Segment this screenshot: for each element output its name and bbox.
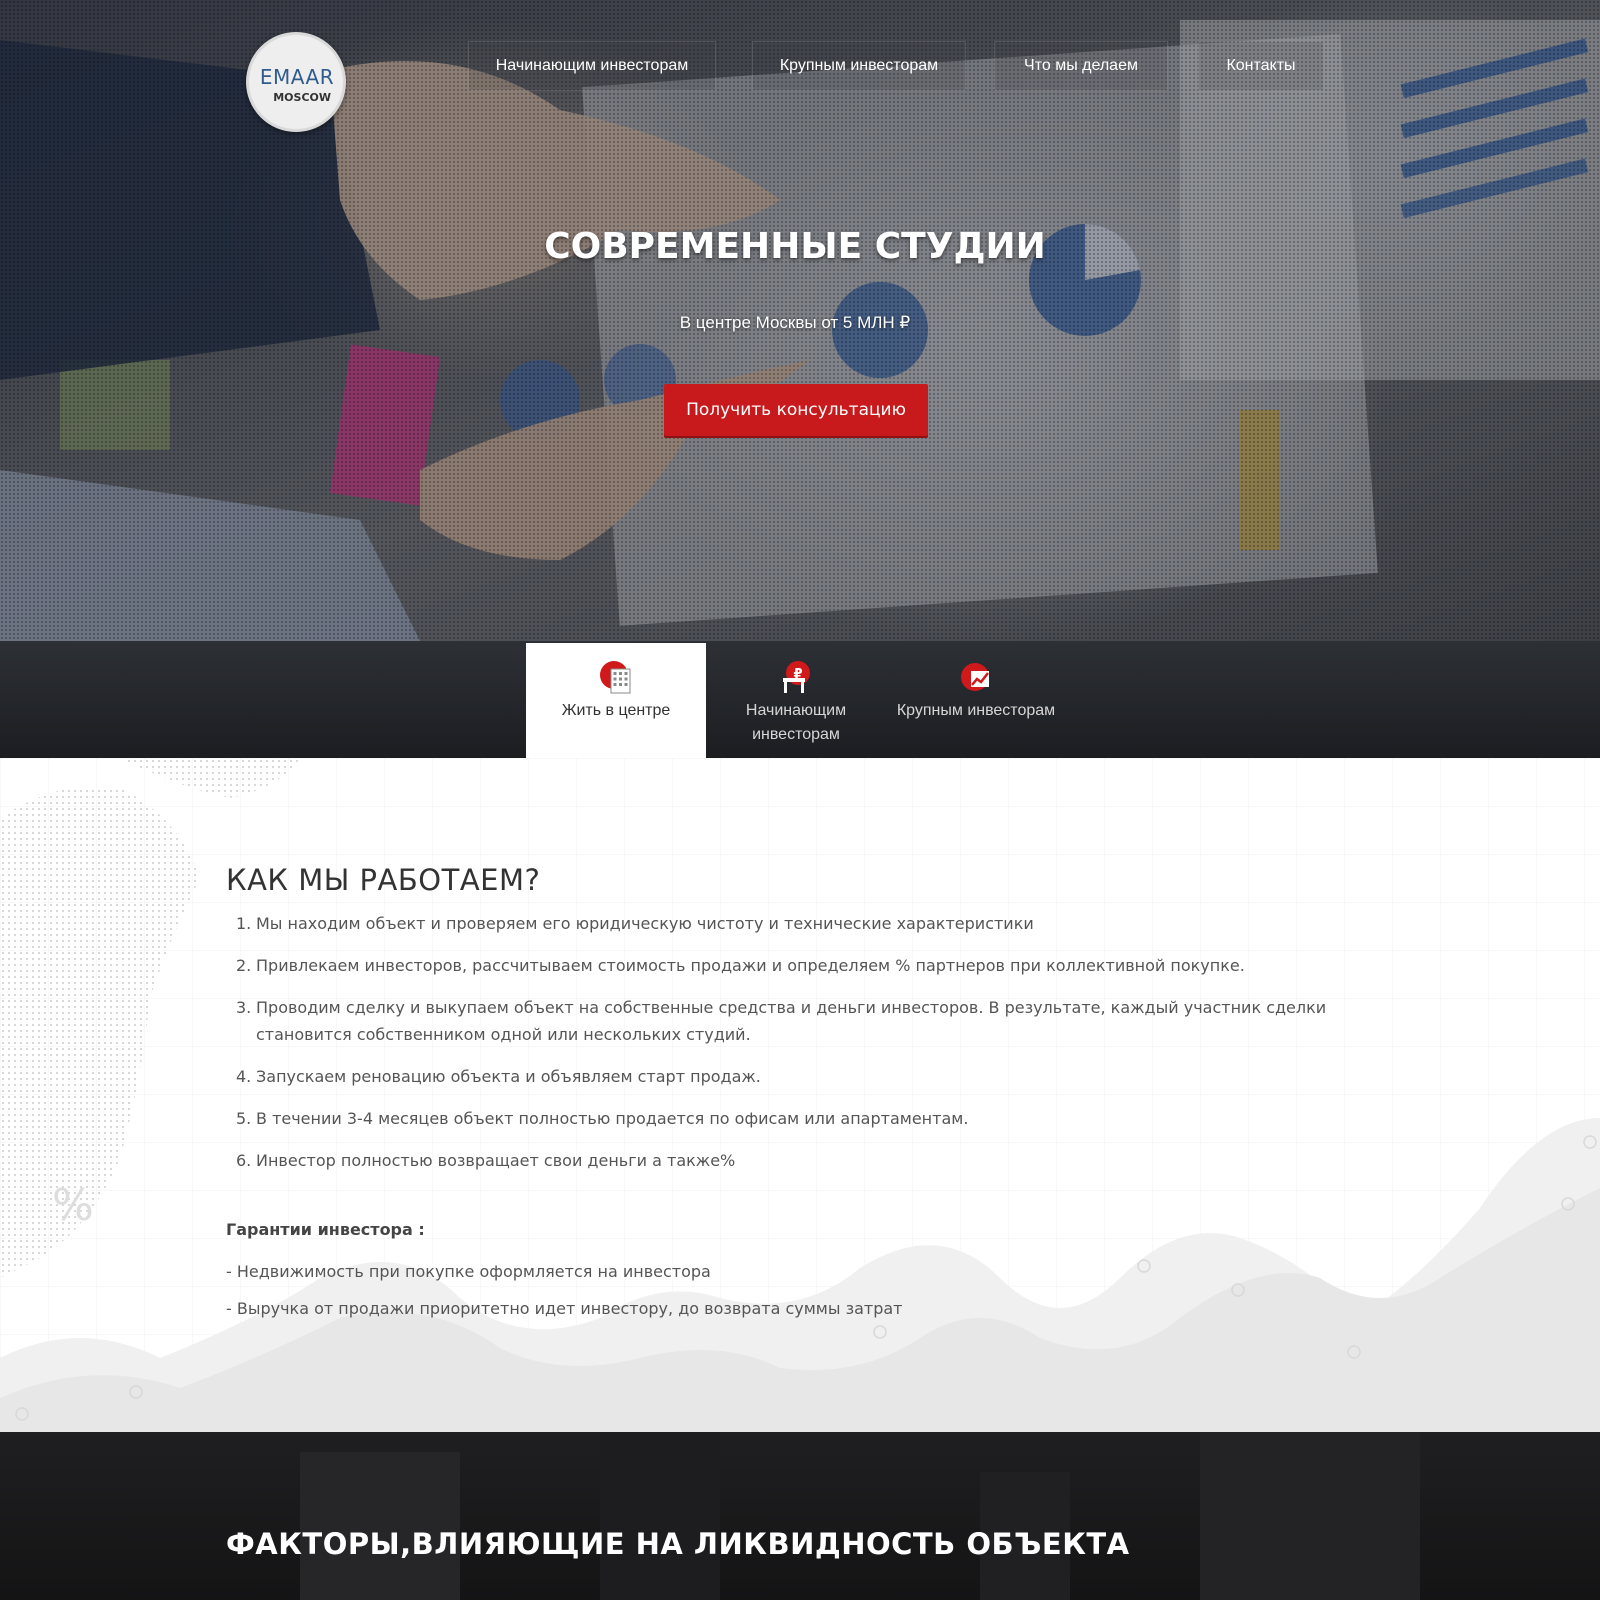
steps-list: 1. Мы находим объект и проверяем его юрид… (236, 910, 1376, 1189)
list-item: 6. Инвестор полностью возвращает свои ден… (236, 1151, 736, 1170)
list-item: 2. Привлекаем инвесторов, рассчитываем ст… (236, 956, 1245, 975)
logo-wordmark: EMAAR (259, 65, 335, 89)
tab-label: Жить в центре (561, 702, 671, 719)
nav-large-investors[interactable]: Крупным инвесторам (752, 41, 966, 91)
list-item: 1. Мы находим объект и проверяем его юрид… (236, 914, 1034, 933)
city-skyline-background (300, 1432, 1420, 1600)
tab-live-in-center[interactable]: Жить в центре (526, 643, 706, 758)
tab-label: Начинающим инвесторам (745, 702, 847, 743)
growth-chart-icon (961, 663, 989, 691)
tab-large-investors[interactable]: Крупным инвесторам (886, 643, 1066, 758)
guarantee-item: - Недвижимость при покупке оформляется н… (226, 1262, 711, 1281)
liquidity-factors-title: ФАКТОРЫ,ВЛИЯЮЩИЕ НА ЛИКВИДНОСТЬ ОБЪЕКТА (226, 1527, 1130, 1561)
site-logo[interactable]: EMAAR MOSCOW (246, 32, 346, 132)
tab-label: Крупным инвесторам (896, 702, 1056, 719)
list-item: 3. Проводим сделку и выкупаем объект на с… (236, 998, 1327, 1044)
get-consultation-button[interactable]: Получить консультацию (664, 384, 928, 436)
hero-section: EMAAR MOSCOW Начинающим инвесторам Крупн… (0, 0, 1600, 641)
ruble-desk-icon: ₽ (783, 661, 810, 693)
tab-beginner-investors[interactable]: ₽ Начинающим инвесторам (706, 643, 886, 758)
nav-beginner-investors[interactable]: Начинающим инвесторам (468, 41, 716, 91)
building-icon (600, 661, 631, 694)
svg-text:%: % (52, 1180, 94, 1231)
list-item: 4. Запускаем реновацию объекта и объявляе… (236, 1067, 761, 1086)
guarantees-title: Гарантии инвестора : (226, 1220, 425, 1239)
how-we-work-section: % КАК МЫ РАБОТАЕМ? 1. Мы находим объект и… (0, 758, 1600, 1432)
how-we-work-title: КАК МЫ РАБОТАЕМ? (226, 863, 541, 897)
nav-what-we-do[interactable]: Что мы делаем (994, 41, 1168, 91)
nav-contacts[interactable]: Контакты (1198, 41, 1324, 91)
hero-subtitle: В центре Москвы от 5 МЛН ₽ (679, 313, 911, 332)
guarantee-item: - Выручка от продажи приоритетно идет ин… (226, 1299, 903, 1318)
list-item: 5. В течении 3-4 месяцев объект полностью… (236, 1109, 969, 1128)
hero-title: СОВРЕМЕННЫЕ СТУДИИ (544, 226, 1046, 267)
logo-city: MOSCOW (273, 91, 331, 104)
liquidity-factors-section: ФАКТОРЫ,ВЛИЯЮЩИЕ НА ЛИКВИДНОСТЬ ОБЪЕКТА (0, 1432, 1600, 1600)
